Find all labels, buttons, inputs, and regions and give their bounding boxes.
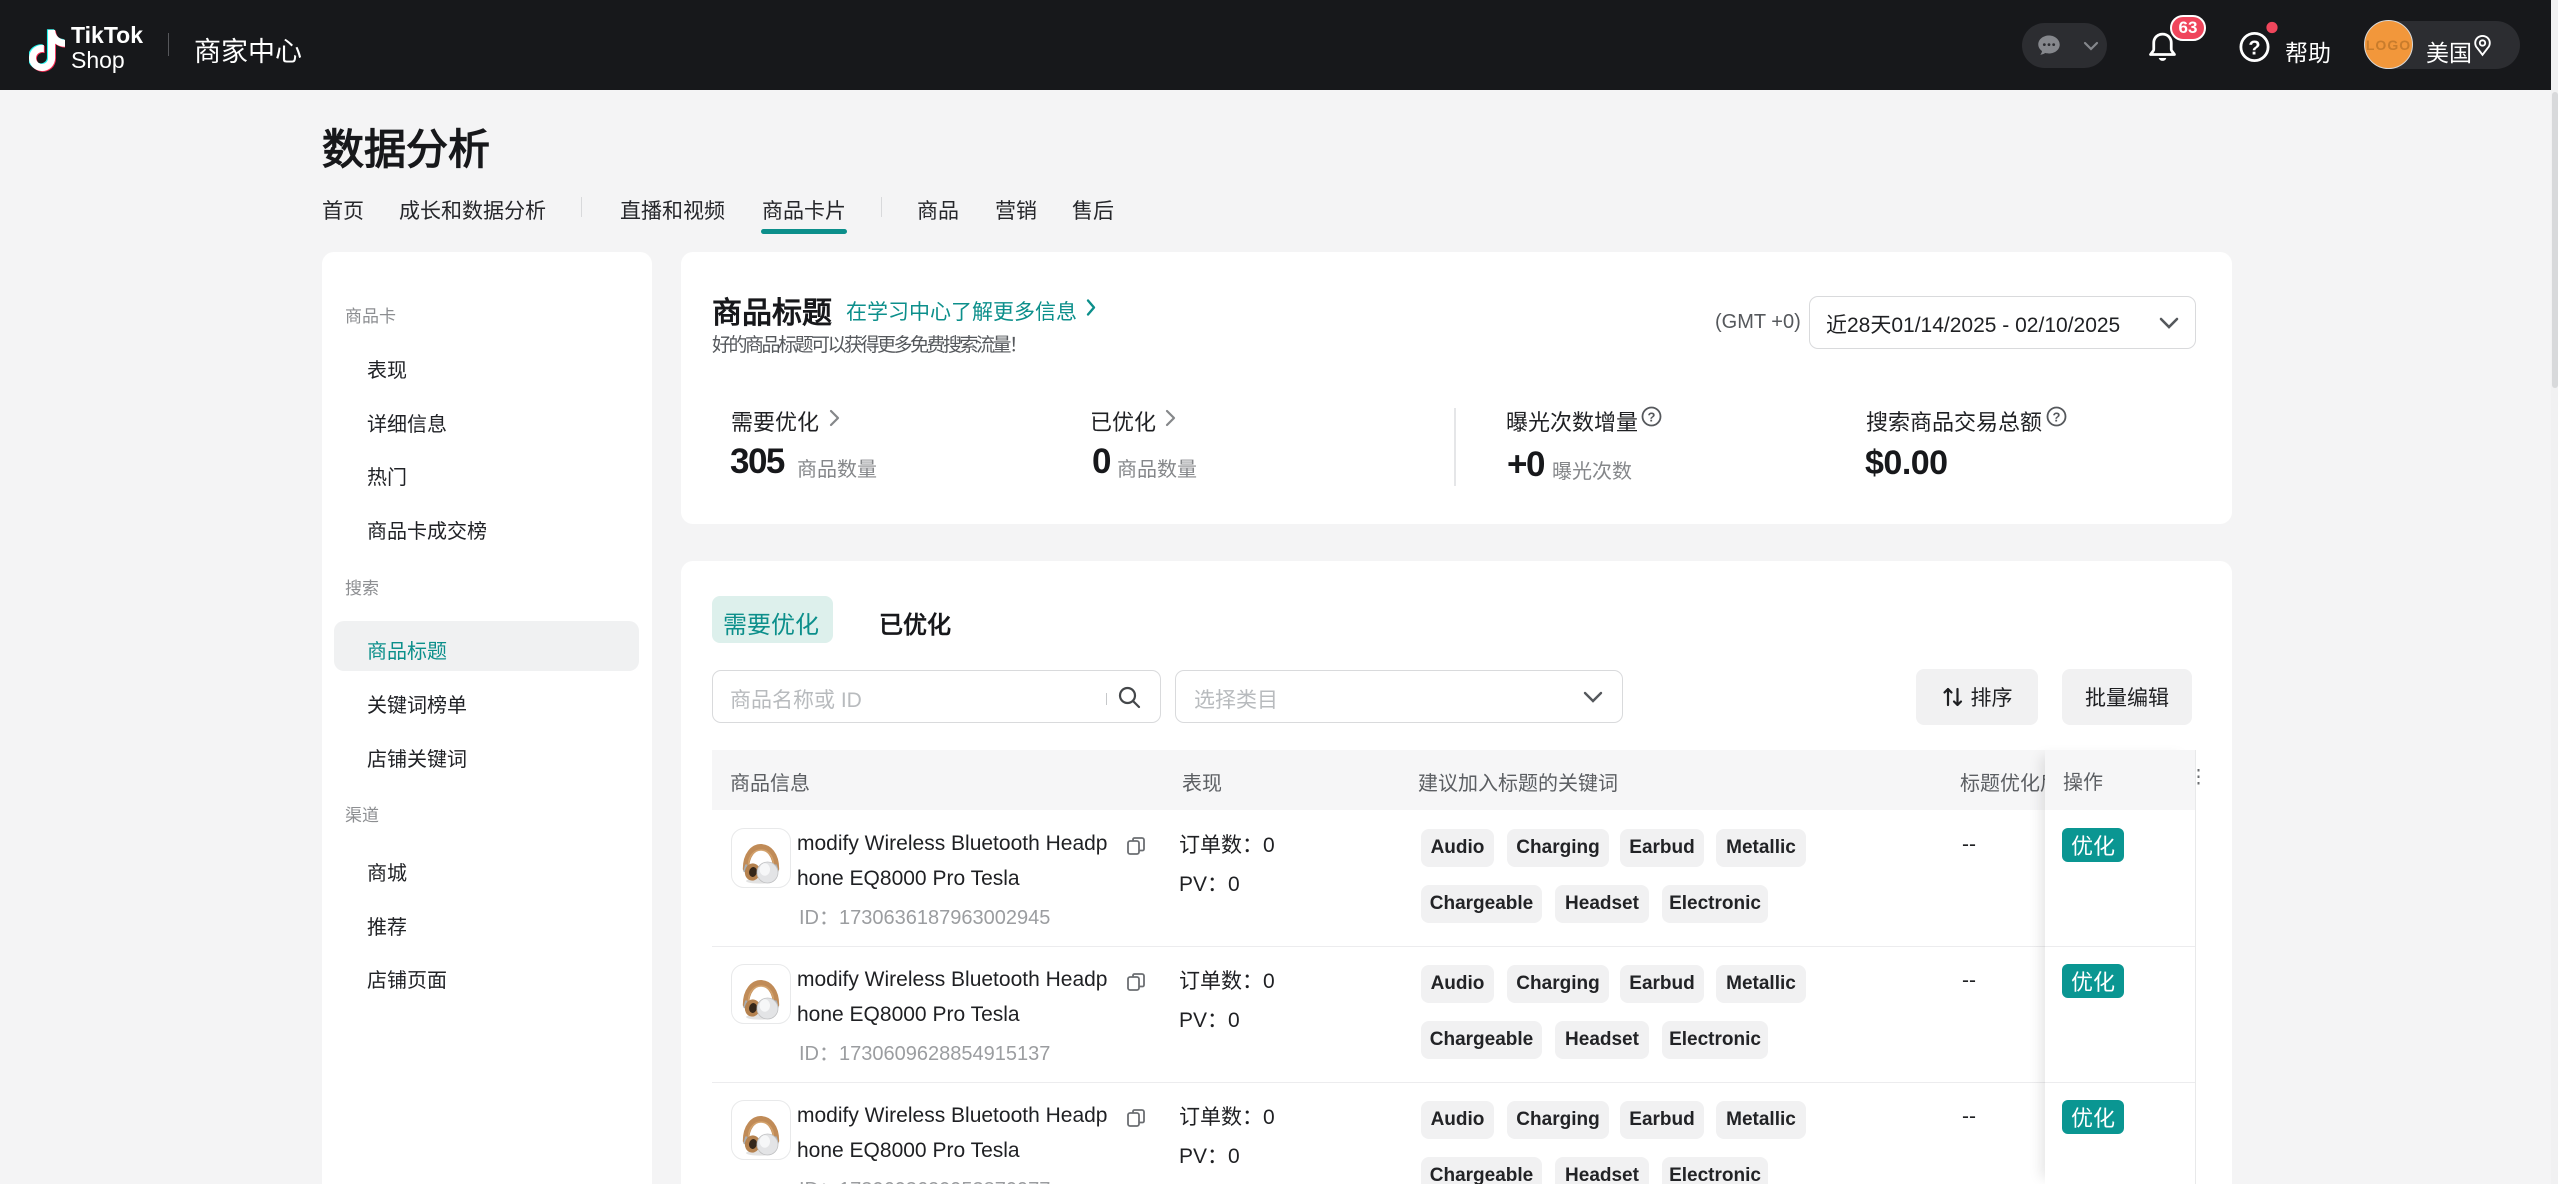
svg-text:?: ? [2248,38,2260,60]
svg-text:?: ? [2053,410,2061,425]
svg-text:?: ? [1648,410,1656,425]
